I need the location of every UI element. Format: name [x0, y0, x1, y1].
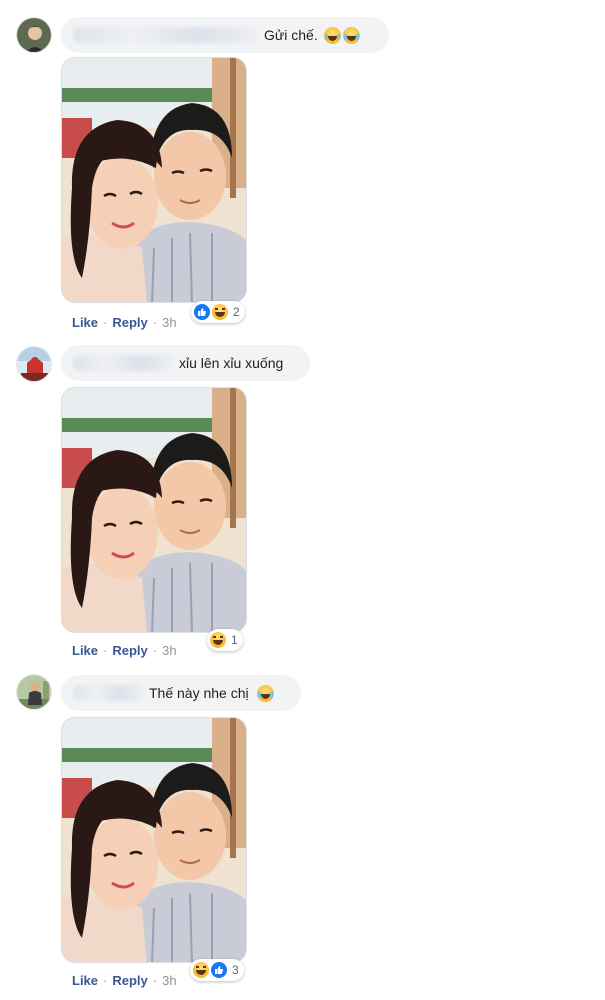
avatar-image	[17, 347, 51, 381]
avatar-image	[17, 18, 51, 52]
haha-reaction-icon	[210, 632, 226, 648]
blurred-author-name[interactable]	[73, 355, 173, 371]
reaction-count: 1	[231, 633, 238, 647]
timestamp[interactable]: 3h	[162, 643, 176, 658]
reaction-count: 2	[233, 305, 240, 319]
haha-reaction-icon	[212, 304, 228, 320]
avatar-image	[17, 675, 51, 709]
reply-link[interactable]: Reply	[112, 643, 147, 658]
timestamp[interactable]: 3h	[162, 315, 176, 330]
separator: ·	[152, 973, 158, 988]
comment-photo[interactable]	[61, 387, 247, 633]
comment-text: xỉu lên xỉu xuống	[179, 355, 284, 371]
like-reaction-icon	[194, 304, 210, 320]
comment-actions: Like · Reply · 3h	[72, 973, 177, 988]
reaction-count: 3	[232, 963, 239, 977]
separator: ·	[103, 315, 108, 330]
comment-photo[interactable]	[61, 717, 247, 963]
separator: ·	[103, 973, 108, 988]
blurred-author-name[interactable]	[73, 685, 143, 701]
like-link[interactable]: Like	[72, 643, 98, 658]
avatar[interactable]	[16, 674, 52, 710]
comment-actions: Like · Reply · 3h	[72, 315, 177, 330]
separator: ·	[152, 643, 158, 658]
comment-text: Thế này nhe chị	[149, 685, 249, 701]
comment-text: Gửi chế.	[264, 27, 318, 43]
reaction-summary[interactable]: 1	[207, 629, 243, 651]
separator: ·	[152, 315, 158, 330]
tears-of-joy-icon	[323, 26, 341, 44]
like-link[interactable]: Like	[72, 315, 98, 330]
comment-bubble: Thế này nhe chị	[61, 675, 301, 711]
comment-actions: Like · Reply · 3h	[72, 643, 177, 658]
comment-bubble: Gửi chế.	[61, 17, 389, 53]
avatar[interactable]	[16, 346, 52, 382]
comment-photo[interactable]	[61, 57, 247, 303]
blurred-author-name[interactable]	[73, 27, 258, 43]
tears-of-joy-icon	[342, 26, 360, 44]
like-link[interactable]: Like	[72, 973, 98, 988]
avatar[interactable]	[16, 17, 52, 53]
separator: ·	[103, 643, 108, 658]
like-reaction-icon	[211, 962, 227, 978]
reply-link[interactable]: Reply	[112, 973, 147, 988]
timestamp[interactable]: 3h	[162, 973, 176, 988]
comment-bubble: xỉu lên xỉu xuống	[61, 345, 310, 381]
haha-reaction-icon	[193, 962, 209, 978]
reaction-summary[interactable]: 2	[191, 301, 245, 323]
reply-link[interactable]: Reply	[112, 315, 147, 330]
reaction-summary[interactable]: 3	[190, 959, 244, 981]
tears-of-joy-icon	[256, 684, 274, 702]
